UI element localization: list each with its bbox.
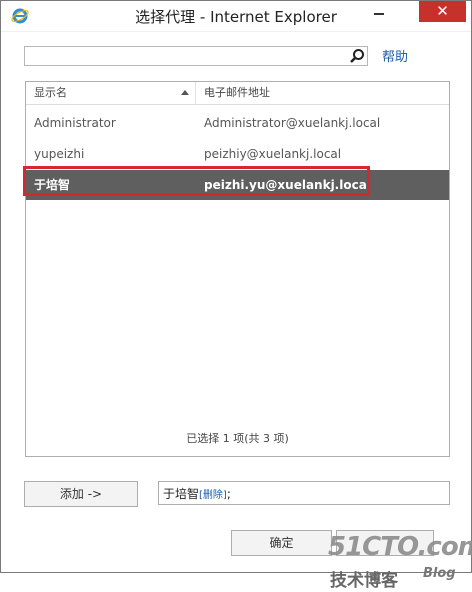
- help-link[interactable]: 帮助: [382, 46, 408, 65]
- column-header-email[interactable]: 电子邮件地址: [196, 82, 449, 104]
- list-row[interactable]: yupeizhi peizhiy@xuelankj.local: [26, 139, 449, 169]
- search-icon[interactable]: [349, 48, 365, 64]
- column-header-display-name[interactable]: 显示名: [26, 82, 196, 104]
- search-box: [24, 46, 368, 66]
- row-email: Administrator@xuelankj.local: [204, 116, 381, 130]
- row-display-name: Administrator: [34, 116, 116, 130]
- add-button[interactable]: 添加 ->: [24, 481, 138, 507]
- minimize-button[interactable]: [366, 1, 392, 22]
- list-header: 显示名 电子邮件地址: [26, 82, 449, 105]
- watermark-subtitle: 技术博客: [330, 571, 398, 591]
- dialog-window: 选择代理 - Internet Explorer ✕ 帮助 显示名 电子邮件地址: [0, 0, 472, 591]
- dialog-content: 帮助 显示名 电子邮件地址 Administrator Administrato…: [1, 32, 472, 591]
- remove-delegate-link[interactable]: [删除]: [199, 490, 227, 501]
- row-email: peizhiy@xuelankj.local: [204, 147, 342, 161]
- search-input[interactable]: [27, 47, 345, 65]
- list-row[interactable]: Administrator Administrator@xuelankj.loc…: [26, 108, 449, 138]
- delegate-separator: ;: [226, 487, 231, 501]
- watermark-blog: Blog: [423, 566, 456, 581]
- watermark-logo-text: 51CTO.com: [328, 532, 472, 562]
- title-bar: 选择代理 - Internet Explorer ✕: [1, 1, 471, 31]
- window-title: 选择代理 - Internet Explorer: [135, 8, 337, 26]
- annotation-highlight-box: [23, 166, 370, 196]
- delegate-list: 显示名 电子邮件地址 Administrator Administrator@x…: [25, 81, 450, 423]
- close-button[interactable]: ✕: [419, 1, 466, 22]
- sort-ascending-icon: [181, 90, 189, 95]
- selected-delegates-field[interactable]: 于培智[删除];: [158, 481, 450, 505]
- delegate-name: 于培智: [163, 487, 200, 501]
- ok-button[interactable]: 确定: [231, 530, 332, 556]
- selection-status: 已选择 1 项(共 3 项): [25, 422, 450, 457]
- watermark: 51CTO.com 技术博客 Blog: [328, 532, 472, 592]
- row-display-name: yupeizhi: [34, 147, 85, 161]
